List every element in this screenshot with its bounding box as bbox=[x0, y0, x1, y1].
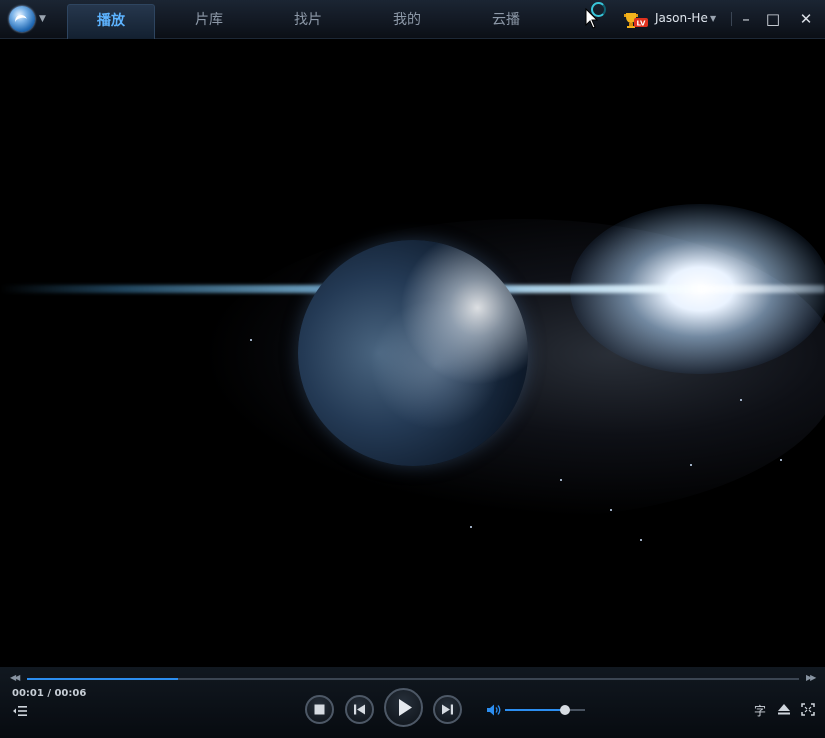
trophy-icon[interactable]: LV bbox=[623, 11, 649, 29]
next-button[interactable] bbox=[433, 695, 462, 724]
play-icon bbox=[399, 699, 412, 716]
fullscreen-icon[interactable] bbox=[801, 703, 815, 716]
star bbox=[560, 479, 562, 481]
star bbox=[780, 459, 782, 461]
app-logo-icon[interactable] bbox=[9, 6, 35, 32]
earth-planet bbox=[298, 240, 528, 466]
progress-bar[interactable] bbox=[27, 678, 799, 680]
volume-fill bbox=[505, 709, 565, 711]
star bbox=[470, 526, 472, 528]
previous-icon bbox=[354, 704, 365, 715]
svg-text:LV: LV bbox=[637, 20, 646, 28]
user-menu-caret-icon[interactable]: ▼ bbox=[710, 14, 716, 23]
volume-slider[interactable] bbox=[505, 705, 585, 715]
subtitle-button[interactable]: 字 bbox=[754, 702, 766, 719]
maximize-button[interactable]: □ bbox=[762, 8, 784, 30]
seek-back-icon[interactable]: ◀◀ bbox=[10, 673, 20, 682]
previous-button[interactable] bbox=[345, 695, 374, 724]
minimize-button[interactable]: – bbox=[735, 8, 757, 30]
menu-caret-icon[interactable]: ▼ bbox=[39, 14, 46, 24]
play-button[interactable] bbox=[384, 688, 423, 727]
title-divider bbox=[731, 12, 732, 26]
video-canvas[interactable] bbox=[0, 39, 825, 667]
close-button[interactable]: ✕ bbox=[795, 8, 817, 30]
eject-icon[interactable] bbox=[777, 702, 791, 716]
star bbox=[610, 509, 612, 511]
tab-play[interactable]: 播放 bbox=[67, 4, 155, 39]
playlist-icon[interactable] bbox=[13, 705, 27, 717]
progress-fill bbox=[27, 678, 178, 680]
tab-find-video[interactable]: 找片 bbox=[265, 4, 351, 38]
volume-knob[interactable] bbox=[560, 705, 570, 715]
loading-spinner-icon bbox=[591, 2, 606, 17]
stop-icon bbox=[314, 704, 325, 715]
star bbox=[640, 539, 642, 541]
star bbox=[690, 464, 692, 466]
seek-forward-icon[interactable]: ▶▶ bbox=[806, 673, 816, 682]
tab-cloud-play[interactable]: 云播 bbox=[463, 4, 549, 38]
stop-button[interactable] bbox=[305, 695, 334, 724]
playback-control-bar: ◀◀ ▶▶ 00:01 / 00:06 字 bbox=[0, 667, 825, 738]
title-bar: ▼ 播放 片库 找片 我的 云播 LV Jason-He ▼ – □ ✕ bbox=[0, 0, 825, 39]
next-icon bbox=[442, 704, 453, 715]
time-display: 00:01 / 00:06 bbox=[12, 688, 87, 699]
tab-mine[interactable]: 我的 bbox=[364, 4, 450, 38]
star bbox=[740, 399, 742, 401]
star bbox=[250, 339, 252, 341]
username[interactable]: Jason-He bbox=[655, 11, 708, 25]
volume-icon[interactable] bbox=[487, 704, 501, 716]
tab-library[interactable]: 片库 bbox=[166, 4, 252, 38]
